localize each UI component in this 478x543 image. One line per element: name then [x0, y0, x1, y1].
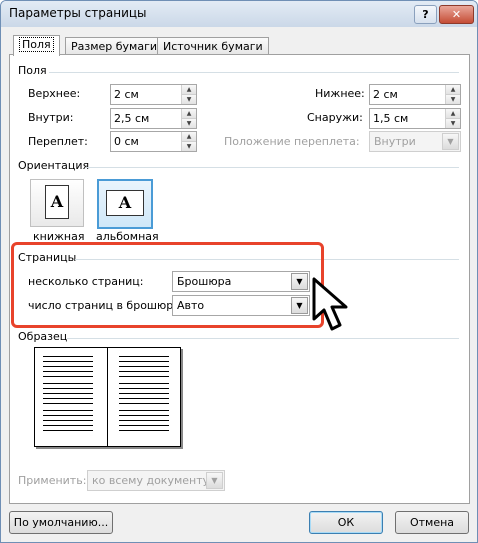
- landscape-button[interactable]: A: [97, 179, 153, 229]
- chevron-down-icon[interactable]: ▼: [442, 133, 459, 150]
- tab-paper-source[interactable]: Источник бумаги: [157, 37, 269, 55]
- mouse-cursor-icon: [312, 277, 348, 331]
- tab-paper-size[interactable]: Размер бумаги: [65, 37, 164, 55]
- outside-margin-value: 1,5 см: [373, 112, 409, 125]
- spin-down-icon[interactable]: ▼: [446, 119, 460, 128]
- spin-down-icon[interactable]: ▼: [182, 142, 196, 151]
- gutter-position-value: Внутри: [374, 135, 416, 148]
- spin-up-icon[interactable]: ▲: [446, 85, 460, 95]
- top-margin-label: Верхнее:: [28, 87, 81, 100]
- orientation-section-label: Ориентация: [18, 159, 90, 172]
- gutter-position-label: Положение переплета:: [224, 135, 360, 148]
- booklet-preview-icon: [34, 347, 181, 447]
- spin-down-icon[interactable]: ▼: [182, 119, 196, 128]
- ok-button[interactable]: ОК: [309, 511, 383, 534]
- help-button[interactable]: ?: [414, 5, 437, 24]
- spin-up-icon[interactable]: ▲: [182, 109, 196, 119]
- title-bar[interactable]: Параметры страницы ? ✕: [1, 1, 477, 27]
- margins-divider: [49, 72, 459, 73]
- tab-margins[interactable]: Поля: [13, 35, 60, 56]
- portrait-page-icon: A: [45, 185, 69, 219]
- gutter-spinner[interactable]: 0 см ▲ ▼: [110, 131, 197, 152]
- set-default-button[interactable]: По умолчанию...: [9, 511, 113, 534]
- spin-up-icon[interactable]: ▲: [182, 85, 196, 95]
- spin-down-icon[interactable]: ▼: [182, 95, 196, 104]
- apply-to-label: Применить:: [18, 474, 87, 487]
- page-setup-dialog: Параметры страницы ? ✕ Поля Размер бумаг…: [0, 0, 478, 543]
- bottom-margin-label: Нижнее:: [315, 87, 365, 100]
- preview-section-label: Образец: [18, 330, 68, 343]
- booklet-spine: [107, 348, 108, 446]
- spin-up-icon[interactable]: ▲: [182, 132, 196, 142]
- spin-down-icon[interactable]: ▼: [446, 95, 460, 104]
- inside-margin-spinner[interactable]: 2,5 см ▲ ▼: [110, 108, 197, 129]
- window-title: Параметры страницы: [9, 6, 147, 20]
- portrait-button[interactable]: A: [30, 179, 84, 227]
- bottom-margin-value: 2 см: [373, 88, 398, 101]
- apply-to-value: ко всему документу: [92, 474, 210, 487]
- gutter-label: Переплет:: [28, 135, 88, 148]
- margins-section-label: Поля: [18, 64, 47, 77]
- chevron-down-icon[interactable]: ▼: [206, 472, 223, 489]
- top-margin-value: 2 см: [114, 88, 139, 101]
- inside-margin-label: Внутри:: [28, 111, 74, 124]
- gutter-value: 0 см: [114, 135, 139, 148]
- inside-margin-value: 2,5 см: [114, 112, 150, 125]
- outside-margin-label: Снаружи:: [307, 111, 363, 124]
- cancel-button[interactable]: Отмена: [395, 511, 469, 534]
- spin-up-icon[interactable]: ▲: [446, 109, 460, 119]
- pages-highlight-frame: [11, 242, 324, 328]
- close-button[interactable]: ✕: [439, 5, 474, 24]
- bottom-margin-spinner[interactable]: 2 см ▲ ▼: [369, 84, 461, 105]
- outside-margin-spinner[interactable]: 1,5 см ▲ ▼: [369, 108, 461, 129]
- landscape-page-icon: A: [106, 190, 144, 216]
- gutter-position-select[interactable]: Внутри ▼: [369, 131, 461, 152]
- top-margin-spinner[interactable]: 2 см ▲ ▼: [110, 84, 197, 105]
- orientation-divider: [86, 167, 459, 168]
- apply-to-select[interactable]: ко всему документу ▼: [87, 470, 225, 491]
- preview-divider: [67, 338, 459, 339]
